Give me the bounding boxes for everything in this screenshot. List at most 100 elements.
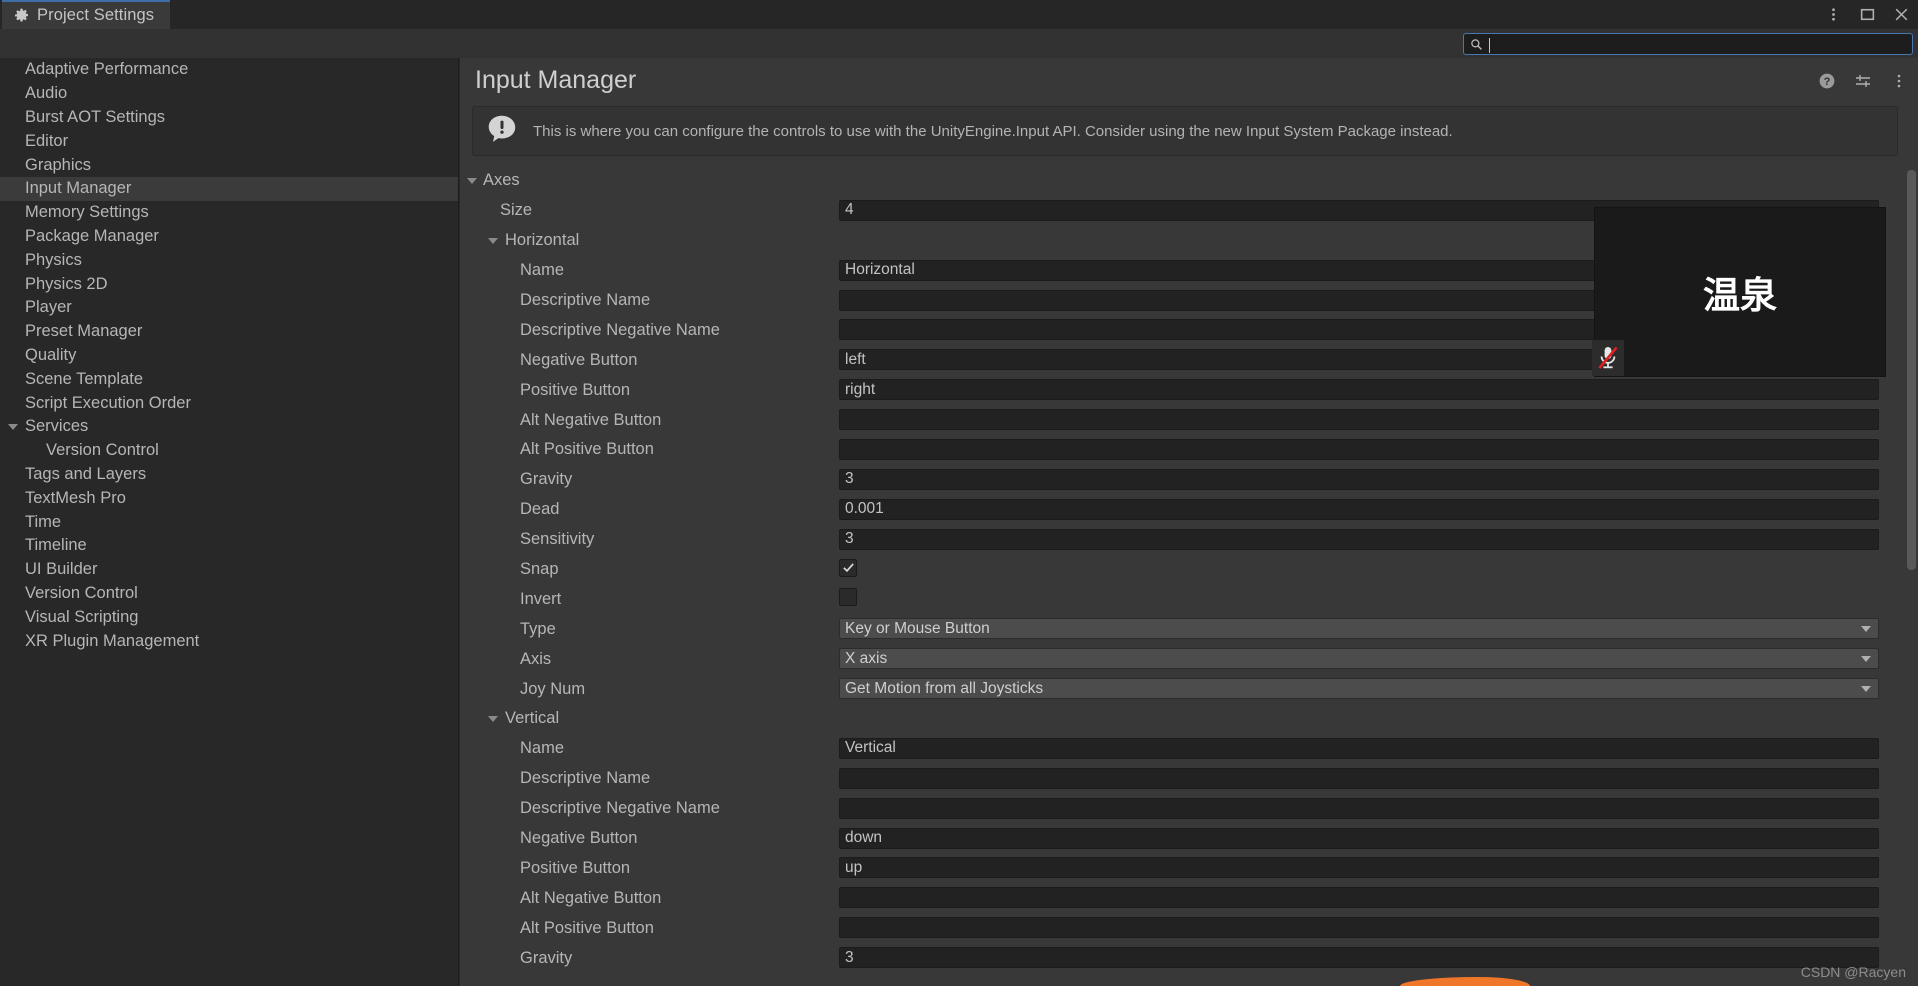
- search-icon: [1470, 38, 1483, 51]
- property-label: Negative Button: [520, 829, 637, 848]
- property-dropdown[interactable]: X axis: [839, 648, 1879, 669]
- property-row: Axis X axis: [460, 644, 1918, 674]
- property-row: Descriptive Negative Name: [460, 794, 1918, 824]
- property-label: Descriptive Negative Name: [520, 321, 720, 340]
- property-label: Positive Button: [520, 859, 630, 878]
- sidebar-item-player[interactable]: Player: [0, 296, 458, 320]
- property-checkbox[interactable]: [839, 559, 857, 577]
- sidebar-item-input-manager[interactable]: Input Manager: [0, 177, 458, 201]
- sidebar-item-burst-aot-settings[interactable]: Burst AOT Settings: [0, 106, 458, 130]
- more-options-icon[interactable]: [1825, 6, 1842, 23]
- sidebar-item-label: Preset Manager: [25, 322, 142, 341]
- sidebar-item-services[interactable]: Services: [0, 415, 458, 439]
- property-text-field[interactable]: [839, 439, 1879, 460]
- property-text-field[interactable]: [839, 798, 1879, 819]
- sidebar-item-physics-2d[interactable]: Physics 2D: [0, 272, 458, 296]
- info-banner: This is where you can configure the cont…: [472, 106, 1898, 156]
- property-text-field[interactable]: 3: [839, 529, 1879, 550]
- sidebar-item-label: Package Manager: [25, 227, 159, 246]
- gear-icon: [14, 8, 29, 23]
- floating-overlay-panel[interactable]: 温泉: [1594, 207, 1886, 377]
- dropdown-value: Get Motion from all Joysticks: [845, 680, 1043, 698]
- sidebar-item-label: Input Manager: [25, 179, 131, 198]
- chevron-down-icon[interactable]: [8, 424, 18, 430]
- sidebar-item-script-execution-order[interactable]: Script Execution Order: [0, 391, 458, 415]
- settings-main-panel: Input Manager ?: [460, 58, 1918, 986]
- dropdown-value: Key or Mouse Button: [845, 620, 990, 638]
- scrollbar-thumb[interactable]: [1907, 170, 1916, 570]
- sidebar-item-label: Scene Template: [25, 370, 143, 389]
- chevron-down-icon[interactable]: [488, 238, 498, 244]
- maximize-icon[interactable]: [1859, 6, 1876, 23]
- close-icon[interactable]: [1893, 6, 1910, 23]
- property-text-field[interactable]: [839, 768, 1879, 789]
- chevron-down-icon: [1861, 656, 1871, 662]
- sidebar-item-label: Version Control: [46, 441, 159, 460]
- sidebar-item-memory-settings[interactable]: Memory Settings: [0, 201, 458, 225]
- property-text-field[interactable]: down: [839, 828, 1879, 849]
- sidebar-item-version-control[interactable]: Version Control: [0, 439, 458, 463]
- property-row: Alt Negative Button: [460, 405, 1918, 435]
- sidebar-item-version-control[interactable]: Version Control: [0, 582, 458, 606]
- sidebar-item-xr-plugin-management[interactable]: XR Plugin Management: [0, 629, 458, 653]
- panel-header-icons: ?: [1818, 72, 1908, 90]
- microphone-muted-icon[interactable]: [1592, 340, 1624, 376]
- property-dropdown[interactable]: Get Motion from all Joysticks: [839, 678, 1879, 699]
- tab-project-settings[interactable]: Project Settings: [2, 0, 170, 29]
- property-row: Gravity3: [460, 465, 1918, 495]
- property-text-field[interactable]: Vertical: [839, 738, 1879, 759]
- help-icon[interactable]: ?: [1818, 72, 1836, 90]
- sidebar-item-textmesh-pro[interactable]: TextMesh Pro: [0, 486, 458, 510]
- sidebar-item-ui-builder[interactable]: UI Builder: [0, 558, 458, 582]
- preset-icon[interactable]: [1854, 72, 1872, 90]
- property-label: Axis: [520, 650, 551, 669]
- chevron-down-icon[interactable]: [467, 178, 477, 184]
- panel-menu-icon[interactable]: [1890, 72, 1908, 90]
- property-text-field[interactable]: [839, 917, 1879, 938]
- sidebar-item-physics[interactable]: Physics: [0, 248, 458, 272]
- property-text-field[interactable]: 0.001: [839, 499, 1879, 520]
- sidebar-item-audio[interactable]: Audio: [0, 82, 458, 106]
- chevron-down-icon[interactable]: [488, 716, 498, 722]
- property-text-field[interactable]: [839, 887, 1879, 908]
- property-text-field[interactable]: right: [839, 379, 1879, 400]
- sidebar-item-adaptive-performance[interactable]: Adaptive Performance: [0, 58, 458, 82]
- sidebar-item-package-manager[interactable]: Package Manager: [0, 225, 458, 249]
- vertical-scrollbar[interactable]: [1905, 166, 1918, 986]
- sidebar-item-tags-and-layers[interactable]: Tags and Layers: [0, 463, 458, 487]
- sidebar-item-scene-template[interactable]: Scene Template: [0, 367, 458, 391]
- search-input[interactable]: [1483, 36, 1906, 52]
- property-text-field[interactable]: 3: [839, 469, 1879, 490]
- chevron-down-icon: [1861, 686, 1871, 692]
- sidebar-item-label: Player: [25, 298, 72, 317]
- property-row: Positive Button up: [460, 853, 1918, 883]
- property-text-field[interactable]: 3: [839, 947, 1879, 968]
- settings-sidebar[interactable]: Adaptive PerformanceAudioBurst AOT Setti…: [0, 58, 459, 986]
- sidebar-item-time[interactable]: Time: [0, 510, 458, 534]
- property-text-field[interactable]: up: [839, 857, 1879, 878]
- property-row: Dead0.001: [460, 495, 1918, 525]
- property-checkbox[interactable]: [839, 588, 857, 606]
- sidebar-item-graphics[interactable]: Graphics: [0, 153, 458, 177]
- property-row: Alt Positive Button: [460, 913, 1918, 943]
- sidebar-item-preset-manager[interactable]: Preset Manager: [0, 320, 458, 344]
- property-dropdown[interactable]: Key or Mouse Button: [839, 618, 1879, 639]
- property-label: Negative Button: [520, 351, 637, 370]
- window-controls: [1825, 0, 1910, 29]
- sidebar-item-editor[interactable]: Editor: [0, 129, 458, 153]
- property-label: Gravity: [520, 949, 572, 968]
- property-label: Positive Button: [520, 381, 630, 400]
- property-label: Descriptive Name: [520, 291, 650, 310]
- property-label: Sensitivity: [520, 530, 594, 549]
- property-label: Name: [520, 739, 564, 758]
- search-box[interactable]: [1463, 33, 1913, 55]
- sidebar-item-timeline[interactable]: Timeline: [0, 534, 458, 558]
- sidebar-item-label: Memory Settings: [25, 203, 149, 222]
- property-label: Vertical: [505, 709, 559, 728]
- sidebar-item-quality[interactable]: Quality: [0, 344, 458, 368]
- sidebar-item-label: Quality: [25, 346, 76, 365]
- sidebar-item-label: Physics: [25, 251, 82, 270]
- chevron-down-icon: [1861, 626, 1871, 632]
- property-text-field[interactable]: [839, 409, 1879, 430]
- sidebar-item-visual-scripting[interactable]: Visual Scripting: [0, 605, 458, 629]
